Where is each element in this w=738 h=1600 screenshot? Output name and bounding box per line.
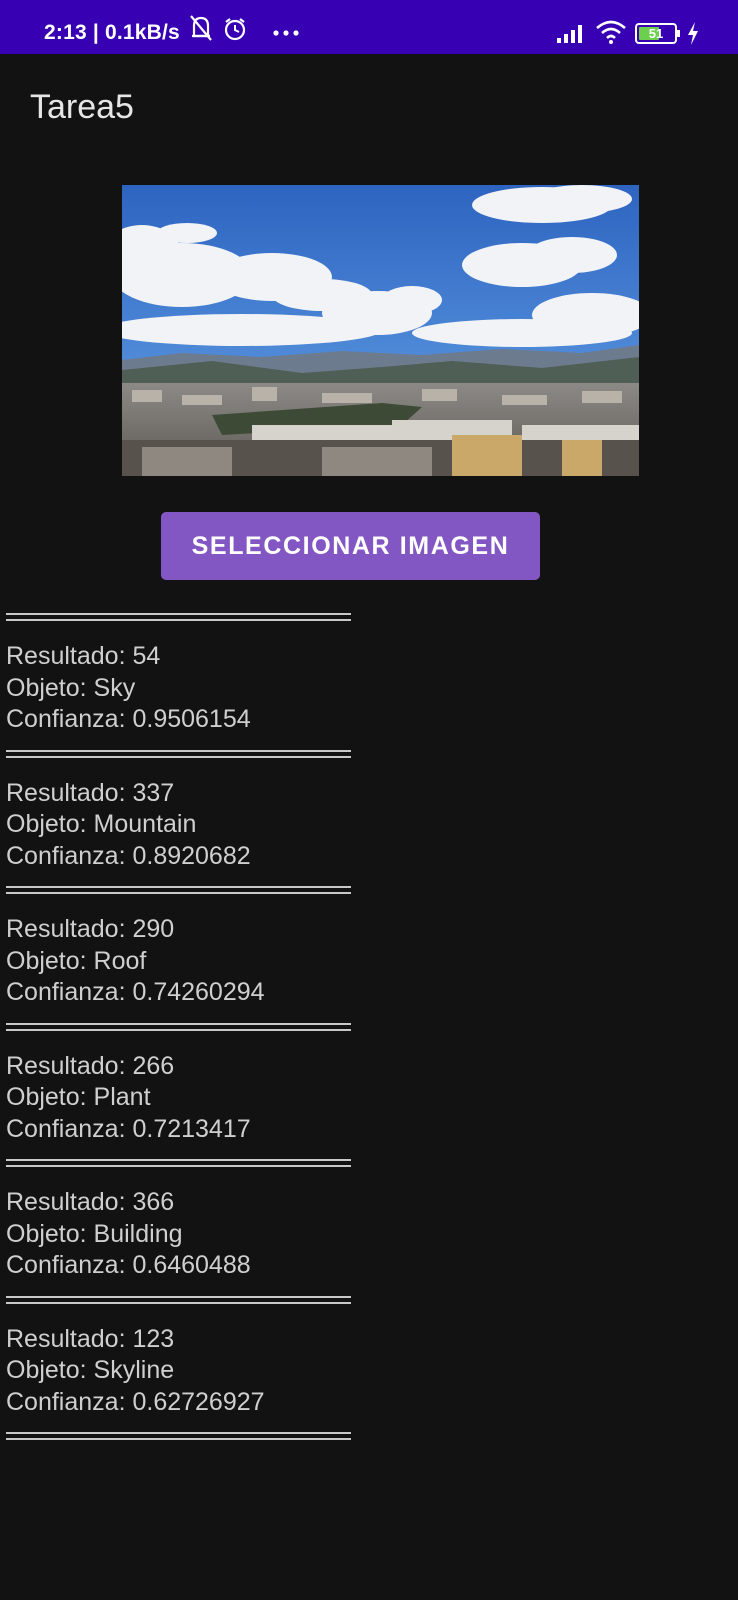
result-confidence: Confianza: 0.8920682 [6, 841, 251, 870]
result-confidence: Confianza: 0.6460488 [6, 1251, 251, 1279]
result-object: Objeto: Plant [6, 1083, 151, 1111]
battery-level: 51 [648, 26, 664, 41]
result-item: Resultado: 366 Objeto: Building Confianz… [6, 1167, 366, 1296]
result-id: Resultado: 54 [6, 642, 161, 670]
separator [6, 886, 351, 894]
more-dots-icon [272, 0, 300, 54]
selected-image [122, 185, 639, 476]
result-item: Resultado: 54 Objeto: Sky Confianza: 0.9… [6, 621, 366, 750]
status-time: 2:13 | 0.1kB/s [44, 21, 180, 44]
separator [6, 1432, 351, 1440]
signal-icon [556, 0, 586, 54]
result-item: Resultado: 266 Objeto: Plant Confianza: … [6, 1031, 366, 1160]
separator [6, 1159, 351, 1167]
result-object: Objeto: Mountain [6, 810, 197, 838]
result-item: Resultado: 123 Objeto: Skyline Confianza… [6, 1304, 366, 1433]
result-id: Resultado: 266 [6, 1051, 175, 1080]
result-object: Objeto: Skyline [6, 1356, 175, 1384]
status-bar: 2:13 | 0.1kB/s 51 [0, 0, 738, 54]
result-confidence: Confianza: 0.7213417 [6, 1114, 251, 1143]
separator [6, 613, 351, 621]
result-id: Resultado: 337 [6, 778, 175, 807]
result-id: Resultado: 366 [6, 1188, 175, 1216]
result-item: Resultado: 337 Objeto: Mountain Confianz… [6, 758, 366, 887]
result-confidence: Confianza: 0.74260294 [6, 978, 265, 1006]
charging-icon [685, 0, 701, 54]
results-list: Resultado: 54 Objeto: Sky Confianza: 0.9… [6, 613, 366, 1440]
separator [6, 749, 351, 758]
select-image-button[interactable]: SELECCIONAR IMAGEN [161, 512, 540, 580]
result-object: Objeto: Roof [6, 946, 147, 975]
result-id: Resultado: 290 [6, 915, 175, 943]
result-object: Objeto: Building [6, 1219, 183, 1248]
result-item: Resultado: 290 Objeto: Roof Confianza: 0… [6, 894, 366, 1023]
mute-icon [188, 0, 214, 54]
battery-icon: 51 [635, 0, 681, 54]
wifi-icon [595, 0, 627, 54]
app-title: Tarea5 [30, 88, 134, 126]
separator [6, 1022, 351, 1031]
result-object: Objeto: Sky [6, 673, 136, 702]
separator [6, 1295, 351, 1304]
result-confidence: Confianza: 0.62726927 [6, 1387, 265, 1416]
alarm-icon [222, 0, 248, 54]
result-confidence: Confianza: 0.9506154 [6, 705, 251, 733]
result-id: Resultado: 123 [6, 1324, 175, 1353]
